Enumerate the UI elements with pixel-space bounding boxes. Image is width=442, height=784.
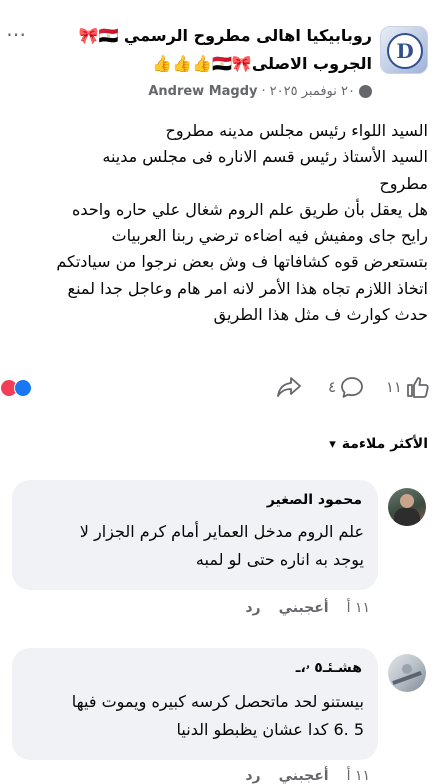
sort-label: الأكثر ملاءمة (341, 436, 428, 452)
thumbs-up-icon (407, 377, 429, 398)
comment-text: علم الروم مدخل العماير أمام كرم الجزار ل… (79, 522, 364, 569)
post-author-link[interactable]: Andrew Magdy (148, 84, 257, 99)
comment-count: ٤ (327, 378, 336, 396)
comment-actions: ١١ أ أعجبني رد (245, 768, 370, 784)
comment-button[interactable]: ٤ (328, 376, 364, 398)
like-button[interactable]: ١١ (386, 376, 430, 398)
chevron-down-icon: ▾ (329, 436, 336, 452)
commenter-avatar[interactable] (388, 488, 426, 526)
meta-separator: · (261, 84, 266, 99)
comment-actions: ١١ أ أعجبني رد (245, 600, 370, 616)
comment-time[interactable]: ١١ أ (347, 600, 370, 616)
comment-icon (341, 377, 363, 398)
comment-like-button[interactable]: أعجبني (279, 768, 329, 784)
comment-time[interactable]: ١١ أ (347, 768, 370, 784)
group-name-link[interactable]: روبابيكيا اهالى مطروح الرسمي 🇪🇬🎀 الجروب … (42, 22, 372, 78)
comment-text: بيستنو لحد ماتحصل كرسه كبيره ويموت فيها … (71, 692, 364, 739)
like-count: ١١ (385, 378, 402, 396)
comment-like-button[interactable]: أعجبني (279, 600, 329, 616)
share-icon (277, 377, 301, 397)
like-reaction-icon (14, 379, 32, 397)
commenter-avatar[interactable] (388, 654, 426, 692)
post-text: السيد اللواء رئيس مجلس مدينه مطروح السيد… (56, 121, 428, 325)
comment-author-link[interactable]: هشـئـ٥ ۥ،ـ (296, 660, 362, 676)
more-options-button[interactable]: ⋯ (6, 24, 27, 44)
comment-reply-button[interactable]: رد (245, 768, 260, 784)
post-meta: ٢٠ نوفمبر ٢٠٢٥ · Andrew Magdy (148, 84, 372, 99)
comment-sort-dropdown[interactable]: الأكثر ملاءمة ▾ (329, 436, 428, 452)
reaction-summary[interactable] (0, 379, 32, 397)
comment-author-link[interactable]: محمود الصغير (267, 492, 362, 508)
group-avatar[interactable]: D (380, 26, 428, 74)
post-date[interactable]: ٢٠ نوفمبر ٢٠٢٥ (270, 84, 355, 99)
comment-reply-button[interactable]: رد (245, 600, 260, 616)
globe-icon (359, 85, 372, 98)
group-logo-icon: D (387, 33, 423, 69)
share-button[interactable] (276, 376, 302, 402)
